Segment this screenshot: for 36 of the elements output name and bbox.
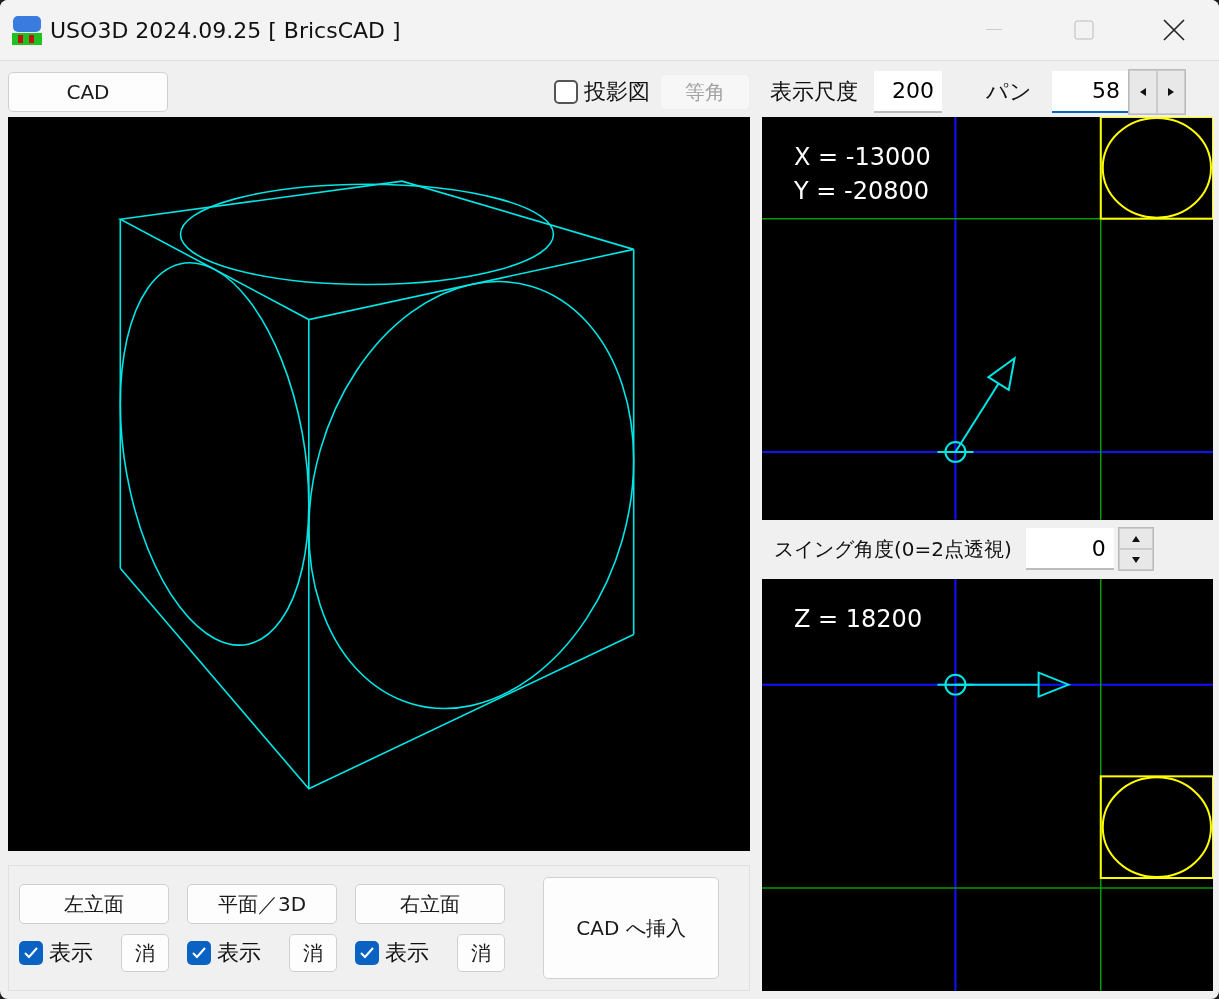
checkbox-box[interactable] (19, 941, 43, 965)
swing-label: スイング角度(0=2点透視) (774, 535, 1012, 563)
scale-label: 表示尺度 (770, 77, 858, 106)
left-arrow-icon (1140, 87, 1146, 96)
y-reading: Y = -20800 (794, 176, 930, 205)
z-reading: Z = 18200 (794, 605, 923, 634)
view-button[interactable]: 左立面 (19, 884, 169, 924)
minimize-icon (986, 29, 1002, 31)
clear-button[interactable]: 消 (457, 934, 505, 972)
swing-field[interactable]: 0 (1025, 528, 1114, 571)
window-title: USO3D 2024.09.25 [ BricsCAD ] (50, 17, 402, 43)
show-checkbox[interactable]: 表示 (187, 938, 261, 968)
cad-button[interactable]: CAD (8, 72, 168, 112)
swing-spinner[interactable] (1117, 527, 1154, 572)
projection-checkbox[interactable]: 投影図 (554, 77, 650, 107)
viewpoint-icon (936, 440, 975, 463)
close-icon (1163, 19, 1185, 41)
maximize-icon (1074, 20, 1094, 40)
pan-label: パン (986, 77, 1032, 106)
view-button[interactable]: 右立面 (355, 884, 505, 924)
down-arrow-icon (1131, 556, 1140, 563)
clear-button[interactable]: 消 (121, 934, 169, 972)
clear-button[interactable]: 消 (289, 934, 337, 972)
checkbox-box[interactable] (355, 941, 379, 965)
x-reading: X = -13000 (794, 142, 931, 171)
up-arrow-icon (1131, 535, 1140, 542)
right-arrow-icon (1168, 87, 1174, 96)
view-button[interactable]: 平面／3D (187, 884, 337, 924)
checkbox-box[interactable] (554, 80, 578, 104)
scale-field[interactable]: 200 (874, 70, 942, 113)
app-icon (10, 13, 44, 47)
pan-field[interactable]: 58 (1052, 70, 1128, 113)
insert-to-cad-button[interactable]: CAD へ挿入 (543, 877, 719, 979)
checkbox-box[interactable] (187, 941, 211, 965)
show-checkbox[interactable]: 表示 (355, 938, 429, 968)
show-checkbox[interactable]: 表示 (19, 938, 93, 968)
